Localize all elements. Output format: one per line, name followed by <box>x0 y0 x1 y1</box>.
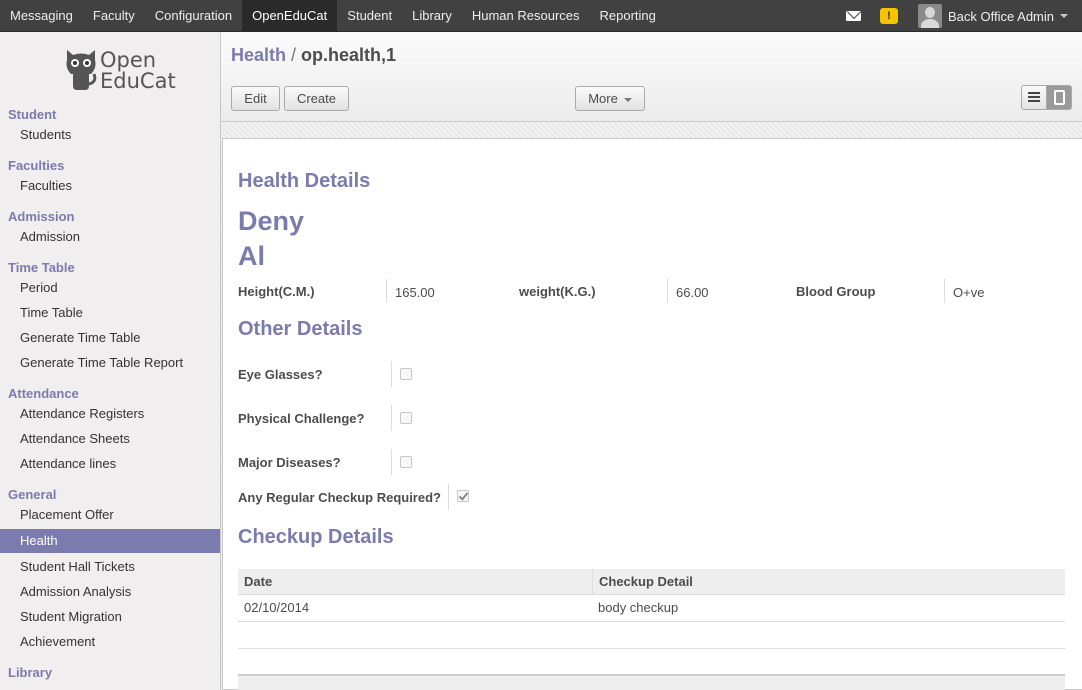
divider <box>448 484 449 510</box>
sidebar-item-period[interactable]: Period <box>0 276 220 300</box>
student-last-name: Al <box>238 241 265 271</box>
menu-configuration[interactable]: Configuration <box>145 0 242 32</box>
divider <box>386 279 387 303</box>
mail-icon[interactable] <box>846 11 862 21</box>
sidebar: Open EduCat Student Students Faculties Fa… <box>0 32 221 690</box>
avatar[interactable] <box>918 4 943 28</box>
more-button[interactable]: More <box>575 86 645 111</box>
sidebar-item-generate-time-table[interactable]: Generate Time Table <box>0 326 220 350</box>
column-divider <box>592 569 593 595</box>
section-admission: Admission <box>8 209 75 224</box>
section-library: Library <box>8 665 53 680</box>
section-attendance: Attendance <box>8 386 79 401</box>
breadcrumb-current: op.health,1 <box>301 45 397 65</box>
sidebar-item-generate-time-table-report[interactable]: Generate Time Table Report <box>0 351 220 375</box>
list-icon <box>1028 92 1040 102</box>
warning-icon[interactable]: ! <box>880 8 899 24</box>
height-value: 165.00 <box>395 285 435 300</box>
weight-label: weight(K.G.) <box>519 284 596 299</box>
view-switcher <box>1021 85 1072 110</box>
chevron-down-icon[interactable] <box>1060 14 1068 18</box>
user-menu[interactable]: Back Office Admin <box>948 9 1054 24</box>
sidebar-item-achievement[interactable]: Achievement <box>0 630 220 654</box>
health-details-title: Health Details <box>238 170 371 192</box>
section-time-table: Time Table <box>8 260 75 275</box>
top-menu-bar: Messaging Faculty Configuration OpenEduC… <box>0 0 1082 32</box>
blood-group-value: O+ve <box>953 285 985 300</box>
breadcrumb-separator: / <box>291 45 297 65</box>
sidebar-item-time-table[interactable]: Time Table <box>0 301 220 325</box>
height-label: Height(C.M.) <box>238 284 315 299</box>
section-general: General <box>8 487 57 502</box>
breadcrumb-root[interactable]: Health <box>231 45 286 65</box>
physical-challenge-label: Physical Challenge? <box>238 411 365 426</box>
sidebar-item-health[interactable]: Health <box>0 529 220 553</box>
menu-library[interactable]: Library <box>402 0 462 32</box>
table-row[interactable]: 02/10/2014 body checkup <box>238 595 1065 622</box>
main-menu: Messaging Faculty Configuration OpenEduC… <box>0 0 666 32</box>
cat-logo-icon <box>66 50 97 90</box>
section-faculties: Faculties <box>8 158 65 173</box>
major-diseases-checkbox[interactable] <box>400 456 412 468</box>
sidebar-item-attendance-lines[interactable]: Attendance lines <box>0 452 220 476</box>
menu-faculty[interactable]: Faculty <box>83 0 145 32</box>
openeducat-logo[interactable]: Open EduCat <box>64 46 176 96</box>
physical-challenge-checkbox[interactable] <box>400 412 412 424</box>
table-row-empty <box>238 622 1065 649</box>
sidebar-item-student-hall-tickets[interactable]: Student Hall Tickets <box>0 555 220 579</box>
menu-student[interactable]: Student <box>337 0 402 32</box>
breadcrumb: Health / op.health,1 <box>231 45 396 66</box>
menu-messaging[interactable]: Messaging <box>0 0 83 32</box>
menu-openeducat[interactable]: OpenEduCat <box>242 0 338 32</box>
column-header-checkup-detail[interactable]: Checkup Detail <box>599 569 693 595</box>
form-view-button[interactable] <box>1046 86 1071 109</box>
edit-button[interactable]: Edit <box>231 86 280 111</box>
sidebar-item-faculties[interactable]: Faculties <box>0 174 220 198</box>
form-icon <box>1054 90 1066 105</box>
cell-checkup-detail: body checkup <box>598 600 679 615</box>
divider <box>667 279 668 303</box>
create-button[interactable]: Create <box>284 86 349 111</box>
chevron-down-icon <box>623 97 632 102</box>
menu-reporting[interactable]: Reporting <box>590 0 666 32</box>
sidebar-item-admission-analysis[interactable]: Admission Analysis <box>0 580 220 604</box>
sidebar-item-placement-offer[interactable]: Placement Offer <box>0 503 220 527</box>
checkup-table-header: Date Checkup Detail <box>238 569 1065 595</box>
regular-checkup-checkbox[interactable] <box>457 490 469 502</box>
table-footer <box>238 674 1065 690</box>
section-student: Student <box>8 107 57 122</box>
column-header-date[interactable]: Date <box>244 569 272 595</box>
weight-value: 66.00 <box>676 285 709 300</box>
sidebar-item-admission[interactable]: Admission <box>0 225 220 249</box>
divider <box>391 361 392 387</box>
blood-group-label: Blood Group <box>796 284 876 299</box>
other-details-title: Other Details <box>238 318 363 340</box>
cell-date: 02/10/2014 <box>244 600 310 615</box>
eye-glasses-checkbox[interactable] <box>400 368 412 380</box>
more-label: More <box>588 91 618 106</box>
eye-glasses-label: Eye Glasses? <box>238 367 323 382</box>
logo-text: Open EduCat <box>100 48 176 93</box>
checkup-details-title: Checkup Details <box>238 526 394 548</box>
control-panel: Health / op.health,1 Edit Create More <box>221 32 1082 122</box>
major-diseases-label: Major Diseases? <box>238 455 341 470</box>
regular-checkup-label: Any Regular Checkup Required? <box>238 490 441 505</box>
student-first-name: Deny <box>238 206 305 236</box>
list-view-button[interactable] <box>1022 86 1047 109</box>
menu-human-resources[interactable]: Human Resources <box>462 0 590 32</box>
sidebar-item-attendance-registers[interactable]: Attendance Registers <box>0 402 220 426</box>
divider <box>391 405 392 431</box>
sidebar-item-student-migration[interactable]: Student Migration <box>0 605 220 629</box>
sidebar-item-students[interactable]: Students <box>0 123 220 147</box>
divider <box>944 279 945 303</box>
divider <box>391 449 392 475</box>
topbar-right: ! Back Office Admin <box>846 0 1082 32</box>
sidebar-item-attendance-sheets[interactable]: Attendance Sheets <box>0 427 220 451</box>
